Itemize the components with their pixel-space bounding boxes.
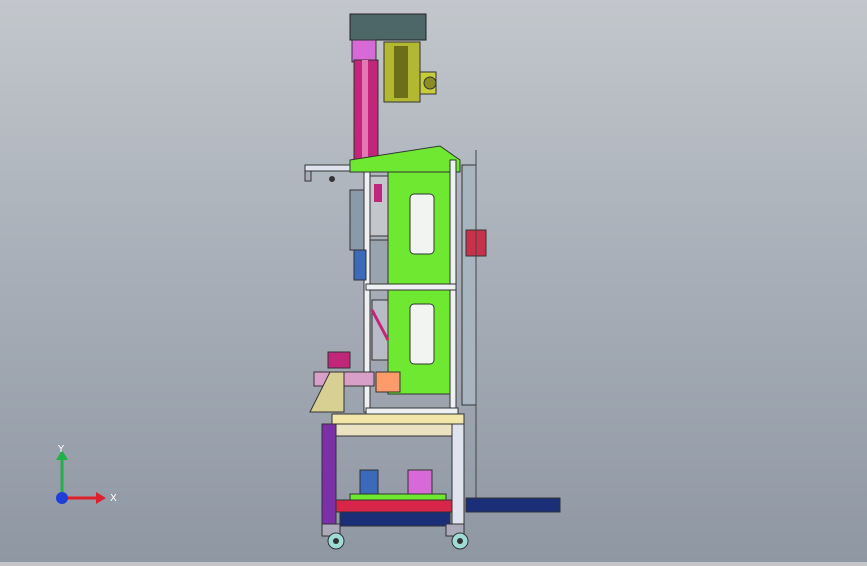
- cad-viewport[interactable]: Y X: [0, 0, 867, 562]
- base-navy: [339, 511, 451, 527]
- conveyor-arm: [465, 497, 561, 513]
- top-cap: [349, 13, 427, 41]
- right-leg: [451, 423, 465, 525]
- motor-icon: [383, 41, 437, 103]
- left-leg: [321, 423, 337, 525]
- table-top: [331, 413, 465, 425]
- y-axis-label: Y: [57, 444, 65, 455]
- caster-wheel-icon: [445, 523, 469, 550]
- x-axis-label: X: [110, 493, 117, 504]
- base-red: [335, 499, 453, 513]
- caster-wheel-icon: [321, 523, 345, 550]
- column-bracket: [351, 39, 377, 63]
- z-axis-dot: [56, 492, 68, 504]
- coordinate-triad[interactable]: Y X: [40, 440, 120, 520]
- machine-assembly-model[interactable]: [0, 0, 867, 562]
